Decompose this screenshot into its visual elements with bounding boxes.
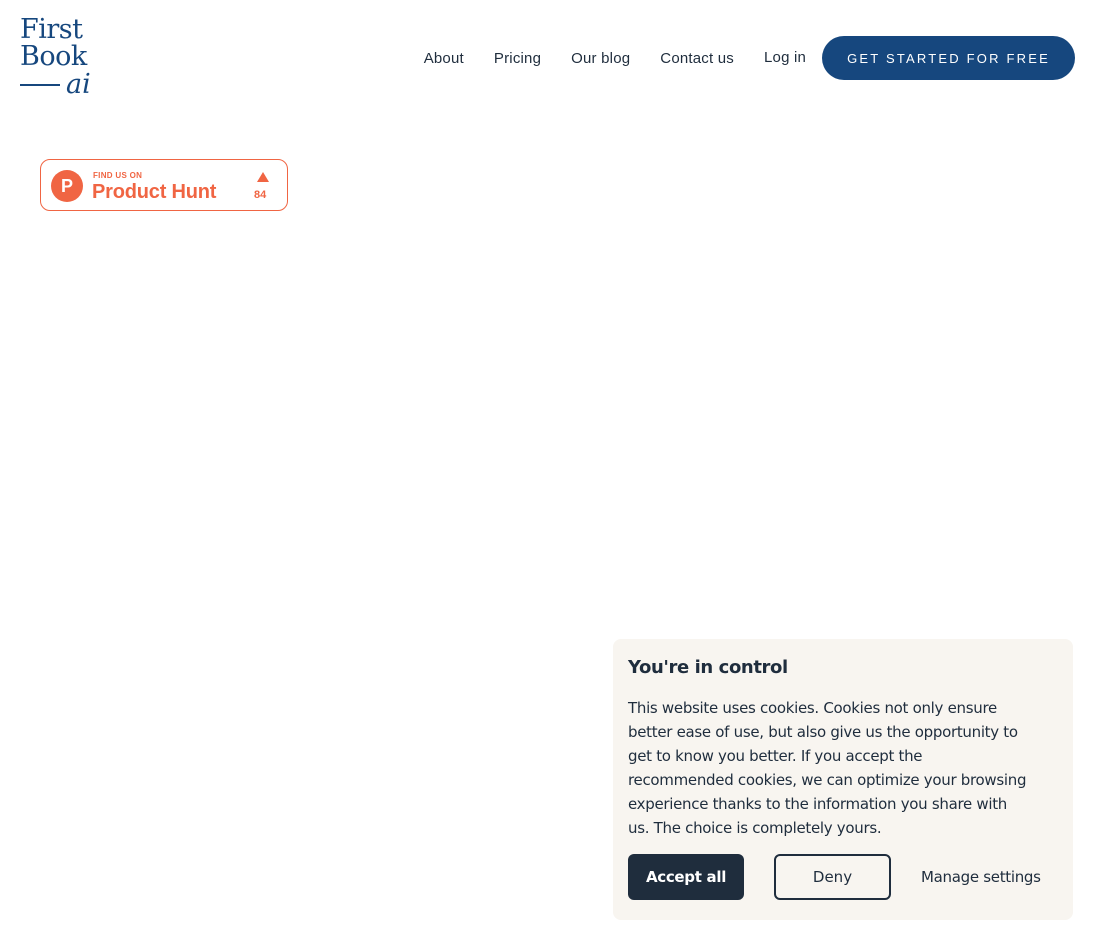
cookie-title: You're in control: [628, 657, 788, 678]
deny-button[interactable]: Deny: [774, 854, 891, 900]
accept-all-button[interactable]: Accept all: [628, 854, 744, 900]
logo-ai-text: ai: [66, 69, 91, 100]
logo-line-ai: ai: [20, 71, 100, 98]
logo-line-book: Book: [20, 41, 87, 72]
nav-link-contact[interactable]: Contact us: [660, 50, 734, 67]
cookie-actions: Accept all Deny Manage settings: [628, 854, 1041, 900]
get-started-button[interactable]: GET STARTED FOR FREE: [822, 36, 1075, 80]
cookie-consent-panel: You're in control This website uses cook…: [613, 639, 1073, 920]
upvote-count: 84: [254, 189, 267, 201]
nav-link-blog[interactable]: Our blog: [571, 50, 630, 67]
nav-link-about[interactable]: About: [424, 50, 464, 67]
product-hunt-badge[interactable]: P FIND US ON Product Hunt 84: [40, 159, 288, 211]
site-logo[interactable]: First Book ai: [20, 16, 100, 102]
cookie-description: This website uses cookies. Cookies not o…: [628, 699, 1027, 837]
product-hunt-find-label: FIND US ON: [93, 171, 143, 180]
nav-link-pricing[interactable]: Pricing: [494, 50, 541, 67]
login-link[interactable]: Log in: [764, 49, 806, 66]
upvote-arrow-icon: [257, 172, 269, 182]
main-nav: About Pricing Our blog Contact us Log in…: [424, 36, 1075, 80]
product-hunt-name: Product Hunt: [92, 181, 217, 203]
manage-settings-button[interactable]: Manage settings: [921, 868, 1041, 886]
logo-rule: [20, 83, 60, 86]
logo-line-first: First: [20, 14, 83, 45]
product-hunt-logo-icon: P: [51, 170, 83, 202]
